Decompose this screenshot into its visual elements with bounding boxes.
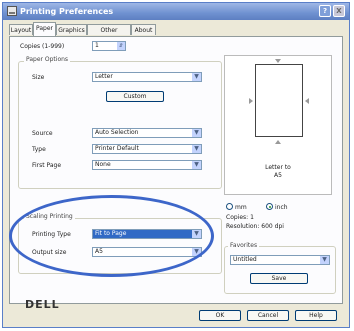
spinner-arrows-icon[interactable]: ⇵ (117, 42, 125, 50)
copies-value: 1 (95, 42, 99, 49)
title-bar[interactable]: Printing Preferences ? X (3, 3, 349, 20)
tab-other-options[interactable]: Other Options (87, 24, 131, 45)
resolution-info: Resolution: 600 dpi (226, 223, 284, 230)
tab-paper[interactable]: Paper (33, 22, 56, 36)
printing-preferences-window: Printing Preferences ? X Layout Paper Gr… (2, 2, 350, 328)
unit-inch-radio[interactable] (266, 203, 273, 210)
source-select[interactable]: Auto Selection ▼ (92, 128, 202, 138)
right-marker-icon (305, 98, 309, 104)
preview-caption-line2: A5 (274, 172, 282, 179)
size-value: Letter (95, 73, 113, 80)
output-size-label: Output size (32, 249, 67, 256)
favorites-value: Untitled (233, 256, 257, 263)
printer-icon (7, 6, 17, 16)
save-button[interactable]: Save (250, 273, 308, 284)
chevron-down-icon: ▼ (192, 230, 201, 238)
source-label: Source (32, 130, 53, 137)
custom-button[interactable]: Custom (106, 91, 164, 102)
favorites-select[interactable]: Untitled ▼ (230, 255, 330, 265)
copies-label: Copies (1-999) (20, 43, 65, 50)
favorites-title: Favorites (228, 242, 260, 249)
output-size-value: A5 (95, 248, 103, 255)
source-value: Auto Selection (95, 129, 139, 136)
first-page-select[interactable]: None ▼ (92, 160, 202, 170)
size-select[interactable]: Letter ▼ (92, 72, 202, 82)
help-title-button[interactable]: ? (319, 5, 331, 17)
ok-button[interactable]: OK (199, 310, 241, 321)
first-page-value: None (95, 161, 111, 168)
paper-options-title: Paper Options (24, 56, 71, 63)
close-button[interactable]: X (333, 5, 345, 17)
chevron-down-icon: ▼ (320, 256, 329, 264)
type-label: Type (32, 146, 46, 153)
scaling-printing-group (18, 218, 222, 274)
chevron-down-icon: ▼ (192, 161, 201, 169)
tab-about[interactable]: About (131, 24, 156, 35)
bottom-marker-icon (275, 140, 281, 144)
chevron-down-icon: ▼ (192, 129, 201, 137)
printing-type-select[interactable]: Fit to Page ▼ (92, 229, 202, 239)
output-size-select[interactable]: A5 ▼ (92, 247, 202, 257)
chevron-down-icon: ▼ (192, 248, 201, 256)
help-button[interactable]: Help (295, 310, 337, 321)
type-select[interactable]: Printer Default ▼ (92, 144, 202, 154)
dell-logo: DELL (25, 298, 60, 311)
unit-mm-label: mm (235, 204, 247, 211)
paper-tab-panel: Copies (1-999) 1 ⇵ Paper Options Size Le… (9, 36, 343, 304)
chevron-down-icon: ▼ (192, 145, 201, 153)
page-preview-image (255, 64, 303, 137)
tab-graphics[interactable]: Graphics (56, 24, 87, 35)
type-value: Printer Default (95, 145, 139, 152)
window-title: Printing Preferences (20, 7, 114, 16)
cancel-button[interactable]: Cancel (247, 310, 289, 321)
left-marker-icon (249, 98, 253, 104)
preview-caption-line1: Letter to (265, 164, 291, 171)
paper-preview: Letter to A5 (224, 55, 332, 195)
printing-type-label: Printing Type (32, 231, 71, 238)
unit-mm-radio[interactable] (226, 203, 233, 210)
unit-inch-label: inch (275, 204, 288, 211)
tab-layout[interactable]: Layout (9, 24, 33, 35)
printing-type-value: Fit to Page (95, 230, 127, 237)
scaling-printing-title: Scaling Printing (24, 213, 75, 220)
first-page-label: First Page (32, 162, 62, 169)
favorites-group (224, 246, 336, 294)
copies-spinner[interactable]: 1 ⇵ (92, 41, 126, 51)
copies-info: Copies: 1 (226, 214, 254, 221)
top-marker-icon (275, 59, 281, 63)
chevron-down-icon: ▼ (192, 73, 201, 81)
size-label: Size (32, 74, 45, 81)
